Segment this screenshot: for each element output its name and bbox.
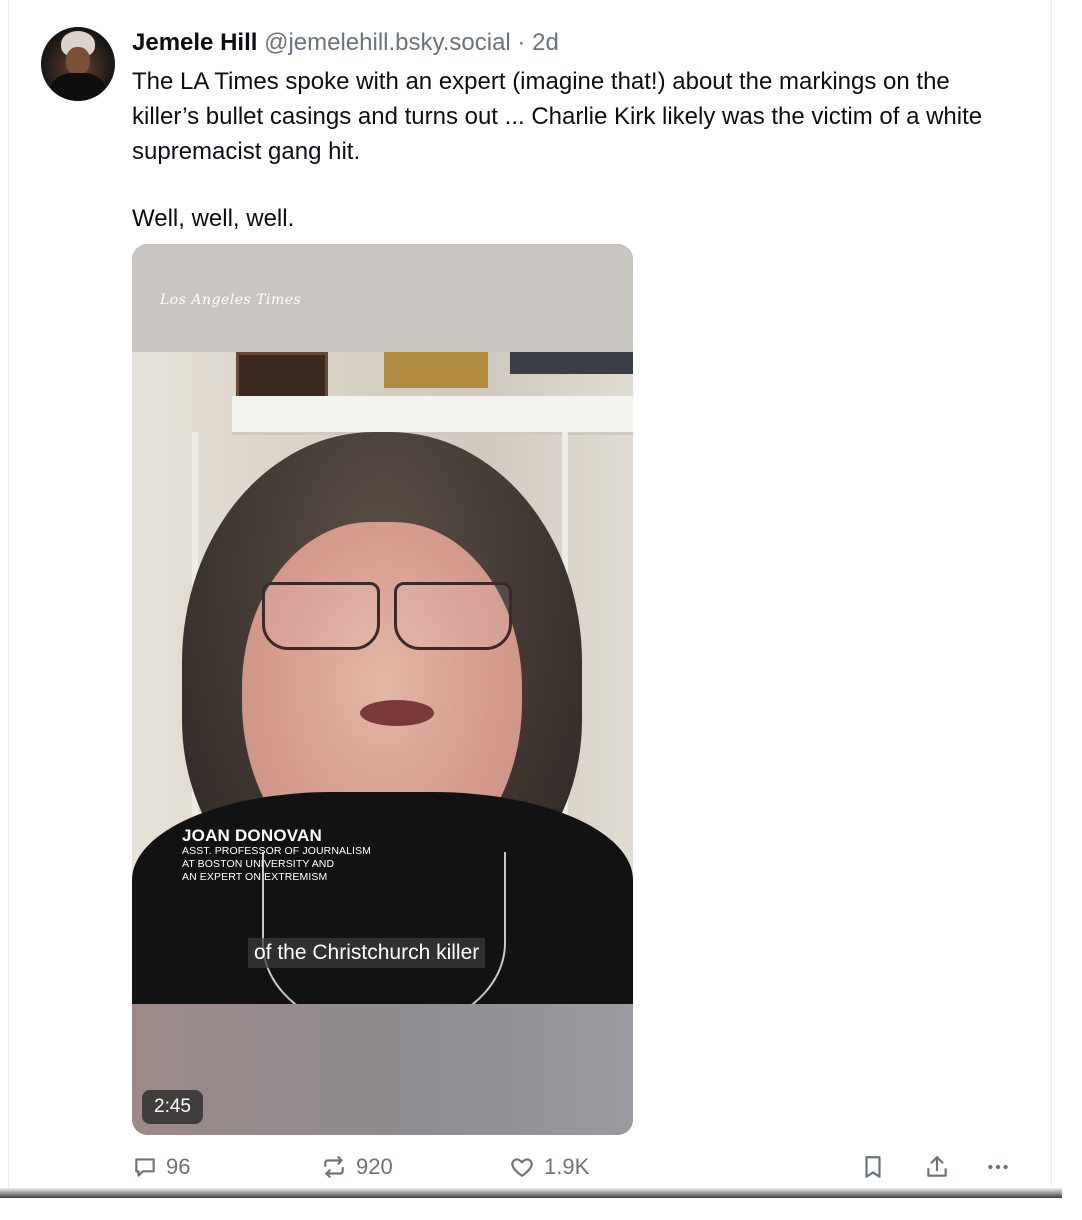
more-icon [984, 1154, 1012, 1180]
post-paragraph-2: Well, well, well. [132, 205, 295, 232]
post-header: Jemele Hill @jemelehill.bsky.social · 2d [132, 28, 559, 58]
background-strip [0, 1188, 1062, 1198]
like-count: 1.9K [544, 1154, 590, 1179]
post-time[interactable]: 2d [532, 29, 559, 56]
speaker-title-line-3: AN EXPERT ON EXTREMISM [182, 871, 328, 883]
repost-count: 920 [356, 1154, 393, 1179]
lower-third: JOAN DONOVAN ASST. PROFESSOR OF JOURNALI… [182, 826, 371, 884]
share-button[interactable] [924, 1150, 950, 1184]
author-handle[interactable]: @jemelehill.bsky.social [264, 29, 511, 56]
video-bottom-band [132, 1004, 633, 1135]
video-embed[interactable]: Los Angeles Times JOAN DONOVAN ASST. PRO… [132, 244, 633, 1135]
share-icon [924, 1154, 950, 1180]
post-paragraph-1: The LA Times spoke with an expert (imagi… [132, 68, 983, 165]
repost-icon [320, 1154, 348, 1180]
reply-count: 96 [166, 1154, 191, 1179]
repost-button[interactable]: 920 [320, 1150, 393, 1184]
speaker-name: JOAN DONOVAN [182, 826, 322, 845]
speaker-mouth [360, 700, 434, 726]
speaker-title-line-1: ASST. PROFESSOR OF JOURNALISM [182, 845, 372, 857]
glasses-lens-right [394, 582, 512, 650]
speaker-title-line-2: AT BOSTON UNIVERSITY AND [182, 858, 335, 870]
shelf [232, 396, 633, 435]
bookmark-icon [860, 1154, 886, 1180]
author-avatar[interactable] [41, 27, 115, 101]
more-options-button[interactable] [984, 1150, 1012, 1184]
post-text: The LA Times spoke with an expert (imagi… [132, 64, 1012, 236]
video-caption: of the Christchurch killer [248, 938, 486, 968]
reply-button[interactable]: 96 [132, 1150, 190, 1184]
heart-icon [508, 1154, 536, 1180]
like-button[interactable]: 1.9K [508, 1150, 589, 1184]
separator-dot: · [517, 29, 526, 56]
wall-plaque [236, 352, 328, 402]
reply-icon [132, 1154, 158, 1180]
wall-frame [510, 352, 633, 374]
author-name[interactable]: Jemele Hill [132, 29, 257, 56]
video-top-band: Los Angeles Times [132, 244, 633, 352]
video-duration-badge: 2:45 [142, 1090, 203, 1124]
wall-art [384, 352, 488, 388]
avatar-body [51, 73, 105, 101]
la-times-logo: Los Angeles Times [160, 292, 302, 308]
post-actions: 96 920 1.9K [132, 1150, 1022, 1184]
avatar-face [66, 47, 90, 75]
screenshot-frame: Jemele Hill @jemelehill.bsky.social · 2d… [0, 0, 1082, 1220]
video-frame-image [132, 352, 633, 1004]
glasses-lens-left [262, 582, 380, 650]
bookmark-button[interactable] [860, 1150, 886, 1184]
